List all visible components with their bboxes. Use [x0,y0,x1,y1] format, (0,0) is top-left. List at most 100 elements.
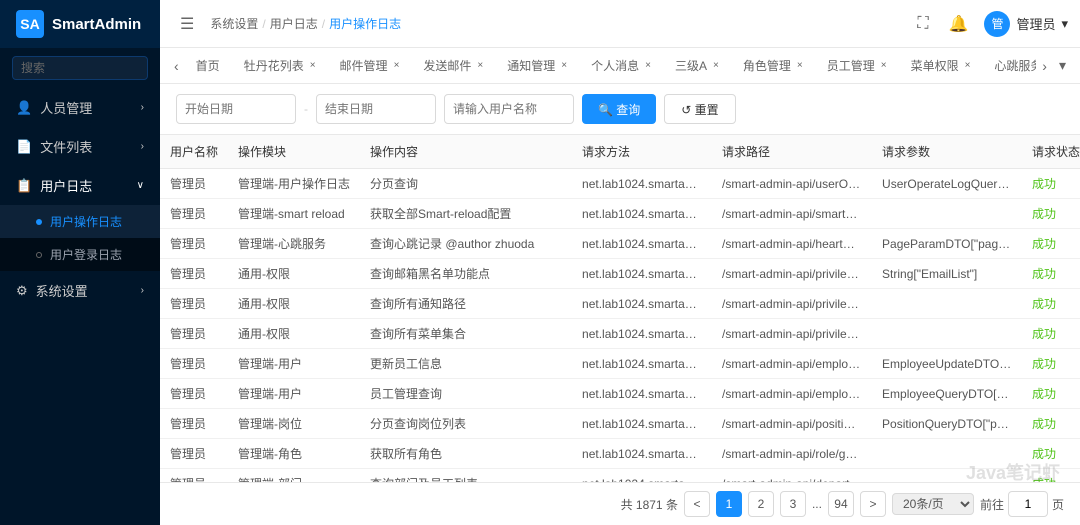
jump-prefix: 前往 [980,496,1004,513]
tab-close-icon[interactable]: × [881,60,887,71]
cell-method: net.lab1024.smartadmin.modul... [572,349,712,379]
prev-page-button[interactable]: < [684,491,710,517]
tab-close-icon[interactable]: × [394,60,400,71]
tab-close-icon[interactable]: × [310,60,316,71]
sidebar-item-user-login-log[interactable]: 用户登录日志 [0,238,160,271]
page-3-button[interactable]: 3 [780,491,806,517]
tab-notify[interactable]: 通知管理 × [496,50,578,82]
tab-bar: ‹ 首页 牡丹花列表× 邮件管理× 发送邮件× 通知管理 × 个人消息× 三级A ×… [160,48,1080,84]
cell-content: 查询所有通知路径 [360,289,572,319]
cell-username: 管理员 [160,169,228,199]
page-2-button[interactable]: 2 [748,491,774,517]
cell-status: 成功 [1022,259,1080,289]
page-94-button[interactable]: 94 [828,491,854,517]
submenu-label: 用户登录日志 [50,246,122,263]
tab-close-icon[interactable]: × [797,60,803,71]
menu-toggle-button[interactable]: ☰ [172,10,202,38]
tab-close-icon[interactable]: × [645,60,651,71]
cell-content: 查询邮箱黑名单功能点 [360,259,572,289]
page-1-button[interactable]: 1 [716,491,742,517]
tab-nav-left-button[interactable]: ‹ [168,58,185,74]
reset-button[interactable]: ↺ 重置 [664,94,735,124]
sidebar-search-input[interactable] [12,56,148,80]
bell-icon[interactable]: 🔔 [945,10,973,38]
cell-module: 管理端-岗位 [228,409,360,439]
sidebar-item-filelist[interactable]: 📄 文件列表 › [0,127,160,166]
tab-close-icon[interactable]: × [477,60,483,71]
sidebar-item-sysconfig[interactable]: ⚙ 系统设置 › [0,271,160,310]
cell-method: net.lab1024.smartadmin.modul... [572,469,712,483]
search-button[interactable]: 🔍 查询 [582,94,656,124]
cell-status: 成功 [1022,199,1080,229]
table-row: 管理员 管理端-用户 更新员工信息 net.lab1024.smartadmin… [160,349,1080,379]
tab-label: 三级A [675,57,707,74]
cell-method: net.lab1024.smartadmin.modul... [572,289,712,319]
breadcrumb-item-2[interactable]: 用户日志 [270,15,318,32]
tab-send[interactable]: 发送邮件× [412,50,494,82]
table-row: 管理员 管理端-心跳服务 查询心跳记录 @author zhuoda net.l… [160,229,1080,259]
active-dot-icon [36,219,42,225]
date-separator: - [304,102,308,116]
tab-three-a[interactable]: 三级A × [664,50,730,82]
cell-path: /smart-admin-api/heartBeat/query [712,229,872,259]
username-label: 管理员 [1016,14,1055,33]
sidebar-item-personnel[interactable]: 👤 人员管理 › [0,88,160,127]
tab-close-icon[interactable]: × [561,60,567,71]
tab-mail[interactable]: 邮件管理× [329,50,411,82]
tab-close-icon[interactable]: × [713,60,719,71]
sidebar-item-userlog[interactable]: 📋 用户日志 ∨ [0,166,160,205]
col-params: 请求参数 [872,135,1022,169]
cell-content: 获取所有角色 [360,439,572,469]
expand-icon[interactable]: ⛶ [913,11,932,37]
cell-method: net.lab1024.smartadmin.modul... [572,439,712,469]
table-row: 管理员 通用-权限 查询邮箱黑名单功能点 net.lab1024.smartad… [160,259,1080,289]
tab-nav-right-button[interactable]: › [1036,58,1053,74]
cell-params [872,469,1022,483]
file-icon: 📄 [16,139,32,155]
cell-content: 查询部门及员工列表 [360,469,572,483]
tab-menu-button[interactable]: ▾ [1053,57,1072,74]
sidebar-item-label: 人员管理 [40,98,92,117]
cell-content: 分页查询 [360,169,572,199]
tab-menu-perm[interactable]: 菜单权限× [900,50,982,82]
toolbar: - 🔍 查询 ↺ 重置 [160,84,1080,135]
col-module: 操作模块 [228,135,360,169]
tab-personal[interactable]: 个人消息× [580,50,662,82]
total-label: 共 1871 条 [621,496,678,513]
tab-emp-mgmt[interactable]: 员工管理 × [816,50,898,82]
cell-module: 管理端-角色 [228,439,360,469]
cell-method: net.lab1024.smartadmin.modul... [572,319,712,349]
start-date-input[interactable] [176,94,296,124]
cell-content: 分页查询岗位列表 [360,409,572,439]
tab-heart-svc[interactable]: 心跳服务× [983,50,1036,82]
cell-status: 成功 [1022,349,1080,379]
page-size-select[interactable]: 20条/页 50条/页 100条/页 [892,493,974,515]
tab-label: 员工管理 [827,57,875,74]
tab-label: 角色管理 [743,57,791,74]
header-right: ⛶ 🔔 管 管理员 ▾ [913,10,1068,38]
tab-close-icon[interactable]: × [965,60,971,71]
tab-label: 通知管理 [507,57,555,74]
cell-params [872,319,1022,349]
cell-username: 管理员 [160,229,228,259]
tab-mudan[interactable]: 牡丹花列表× [233,50,327,82]
cell-path: /smart-admin-api/department/lis... [712,469,872,483]
cell-params: EmployeeQueryDTO["isDelete"... [872,379,1022,409]
end-date-input[interactable] [316,94,436,124]
gear-icon: ⚙ [16,283,28,299]
tab-role-mgmt[interactable]: 角色管理 × [732,50,814,82]
cell-content: 更新员工信息 [360,349,572,379]
page-jump-input[interactable] [1008,491,1048,517]
next-page-button[interactable]: > [860,491,886,517]
cell-username: 管理员 [160,379,228,409]
tab-home[interactable]: 首页 [185,50,231,82]
sidebar-item-user-op-log[interactable]: 用户操作日志 [0,205,160,238]
cell-path: /smart-admin-api/privilege/getAll... [712,289,872,319]
cell-params [872,199,1022,229]
cell-method: net.lab1024.smartadmin.modul... [572,259,712,289]
jump-suffix: 页 [1052,496,1064,513]
username-search-input[interactable] [444,94,574,124]
breadcrumb-item-1[interactable]: 系统设置 [210,15,258,32]
cell-method: net.lab1024.smartadmin.modul... [572,379,712,409]
user-menu-button[interactable]: 管 管理员 ▾ [984,11,1068,37]
